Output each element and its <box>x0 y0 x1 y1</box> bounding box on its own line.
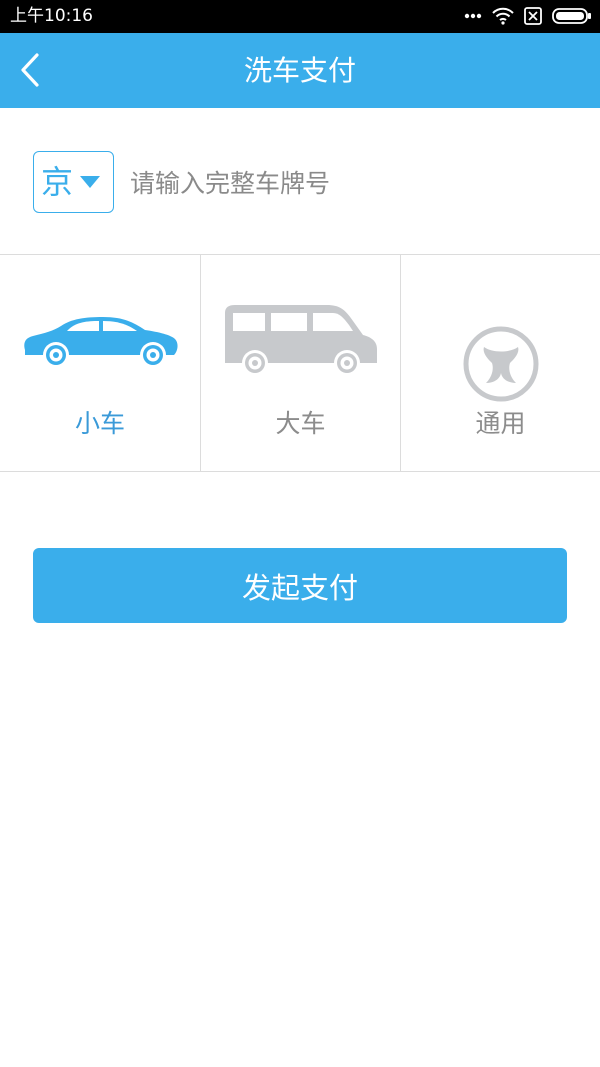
sedan-icon <box>24 317 178 368</box>
province-value: 京 <box>41 163 74 201</box>
initiate-payment-button[interactable]: 发起支付 <box>33 548 567 623</box>
steering-wheel-icon <box>463 326 538 402</box>
page-title: 洗车支付 <box>243 54 356 87</box>
province-select[interactable]: 京 <box>33 151 114 213</box>
wifi-icon <box>492 7 514 25</box>
vehicle-option-small-car[interactable]: 小车 <box>0 255 200 471</box>
plate-input-row: 京 <box>0 108 600 255</box>
battery-icon <box>552 8 591 24</box>
status-icons <box>464 6 592 26</box>
vehicle-label-large-car: 大车 <box>275 409 326 438</box>
vehicle-option-large-car[interactable]: 大车 <box>200 255 400 471</box>
app-header: 洗车支付 <box>0 33 600 108</box>
van-icon <box>224 305 377 376</box>
vehicle-label-small-car: 小车 <box>74 409 125 438</box>
vehicle-label-universal: 通用 <box>475 409 526 438</box>
status-bar: 上午10:16 <box>0 0 600 33</box>
vehicle-type-selector: 小车 大车 通用 <box>0 255 600 472</box>
sim-blocked-icon <box>524 7 542 25</box>
vehicle-option-universal[interactable]: 通用 <box>400 255 600 471</box>
plate-number-input[interactable] <box>130 158 570 208</box>
triangle-down-icon <box>80 176 101 188</box>
dots-icon <box>464 13 482 19</box>
status-time: 上午10:16 <box>10 6 93 26</box>
